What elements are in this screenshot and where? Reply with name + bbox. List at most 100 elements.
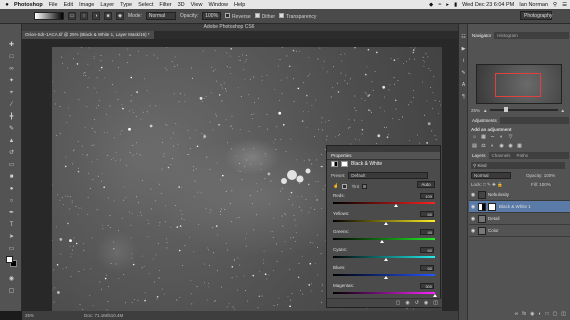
apple-icon[interactable]: ●	[0, 2, 14, 8]
navigator-thumbnail[interactable]	[476, 64, 562, 104]
gradient-diamond-icon[interactable]: ◆	[116, 12, 124, 20]
menu-type[interactable]: Type	[120, 2, 132, 8]
gradient-linear-icon[interactable]: ▭	[68, 12, 76, 20]
visibility-icon[interactable]: ◉	[470, 213, 476, 225]
visibility-icon[interactable]: ◉	[470, 189, 476, 201]
zoom-level[interactable]: 25%	[25, 311, 34, 320]
preset-select[interactable]: Default	[348, 172, 429, 179]
gradient-tool-icon[interactable]: ■	[7, 174, 16, 181]
new-layer-icon[interactable]: ▢	[553, 310, 558, 318]
slider-thumb[interactable]	[384, 276, 389, 279]
foreground-color[interactable]	[6, 256, 13, 263]
brightness-icon[interactable]: ☼	[471, 134, 478, 140]
dropbox-icon[interactable]: ◆	[429, 2, 433, 8]
curves-icon[interactable]: ∽	[489, 134, 496, 140]
actions-panel-icon[interactable]: ▶	[460, 46, 467, 52]
channel-mixer-icon[interactable]: ◉	[507, 143, 514, 149]
slider-value-field[interactable]: 109	[420, 193, 434, 199]
visibility-icon[interactable]: ◉	[470, 201, 476, 213]
quick-mask-icon[interactable]: ◉	[7, 276, 16, 283]
gradient-angle-icon[interactable]: ◑	[92, 12, 100, 20]
slider-value-field[interactable]: 40	[420, 229, 434, 235]
trash-icon[interactable]: ◫	[561, 310, 566, 318]
exposure-icon[interactable]: ◐	[498, 134, 505, 140]
navigator-zoom-slider[interactable]	[490, 107, 558, 112]
move-tool-icon[interactable]: ✚	[7, 42, 16, 49]
dither-option[interactable]: Dither	[254, 12, 275, 20]
user-name[interactable]: Ian Norman	[519, 2, 548, 8]
color-lookup-icon[interactable]: ▦	[516, 143, 523, 149]
layer-name[interactable]: Black & White 1	[499, 201, 531, 213]
character-panel-icon[interactable]: A	[460, 82, 467, 88]
paragraph-panel-icon[interactable]: ¶	[460, 94, 467, 100]
list-icon[interactable]: ☰	[562, 2, 567, 8]
workspace-switcher[interactable]: Photography	[520, 11, 552, 20]
shape-tool-icon[interactable]: ▭	[7, 246, 16, 253]
layer-row[interactable]: ◉ Black & White 1	[469, 201, 570, 213]
eyedropper-tool-icon[interactable]: ⁄	[7, 102, 16, 109]
menu-image[interactable]: Image	[79, 2, 94, 8]
layer-name[interactable]: Color	[488, 225, 499, 237]
path-select-icon[interactable]: ➤	[7, 234, 16, 241]
dodge-tool-icon[interactable]: ○	[7, 198, 16, 205]
tab-adjustments[interactable]: Adjustments	[469, 117, 500, 124]
reverse-checkbox[interactable]	[225, 12, 231, 18]
crop-tool-icon[interactable]: ⌖	[7, 90, 16, 97]
new-group-icon[interactable]: □	[546, 310, 549, 318]
info-panel-icon[interactable]: i	[460, 58, 467, 64]
layer-opacity[interactable]: Opacity: 100%	[526, 172, 555, 179]
volume-icon[interactable]: ▸	[446, 2, 449, 8]
menu-layer[interactable]: Layer	[100, 2, 114, 8]
zoom-in-icon[interactable]: ▲	[561, 108, 565, 113]
layer-fill[interactable]: Fill: 100%	[531, 181, 551, 188]
eraser-tool-icon[interactable]: ▭	[7, 162, 16, 169]
layer-row[interactable]: ◉ Color	[469, 225, 570, 237]
clip-to-layer-icon[interactable]: ▢	[396, 299, 401, 307]
menu-edit[interactable]: Edit	[64, 2, 73, 8]
navigator-view-box[interactable]	[495, 73, 541, 97]
menu-file[interactable]: File	[49, 2, 58, 8]
navigator-zoom-knob[interactable]	[503, 107, 508, 112]
color-balance-icon[interactable]: ⚖	[480, 143, 487, 149]
document-tab[interactable]: Orion-Sdr-1ACA.tif @ 25% (Black & White …	[22, 31, 154, 39]
blend-mode-select[interactable]: Normal	[471, 172, 511, 179]
slider-thumb[interactable]	[394, 204, 399, 207]
add-mask-icon[interactable]: ◉	[530, 310, 534, 318]
levels-icon[interactable]: ▦	[480, 134, 487, 140]
slider-thumb[interactable]	[384, 222, 389, 225]
gradient-radial-icon[interactable]: ○	[80, 12, 88, 20]
tab-channels[interactable]: Channels	[489, 152, 514, 159]
brush-panel-icon[interactable]: ✎	[460, 70, 467, 76]
slider-track[interactable]	[333, 238, 435, 240]
target-adjust-icon[interactable]: ☝	[333, 183, 339, 189]
history-panel-icon[interactable]: ☷	[460, 34, 467, 40]
transparency-option[interactable]: Transparency	[279, 12, 316, 20]
layer-mask-thumbnail[interactable]	[488, 203, 496, 211]
layers-filter-kind[interactable]: Kind	[478, 163, 487, 168]
properties-tab[interactable]: Properties	[327, 152, 440, 160]
layer-name[interactable]: Nebulosity	[488, 189, 509, 201]
pen-tool-icon[interactable]: ✒	[7, 210, 16, 217]
delete-adjustment-icon[interactable]: ◫	[433, 299, 438, 307]
lock-icons[interactable]: □ ✎ ✚ 🔒	[483, 182, 503, 187]
photo-filter-icon[interactable]: ◉	[498, 143, 505, 149]
toggle-visibility-icon[interactable]: ◉	[424, 299, 428, 307]
black-white-icon[interactable]: ◐	[489, 143, 496, 149]
new-adjustment-icon[interactable]: ◐	[538, 310, 541, 318]
battery-icon[interactable]: ▮	[454, 2, 457, 8]
menu-3d[interactable]: 3D	[178, 2, 185, 8]
menu-window[interactable]: Window	[208, 2, 228, 8]
slider-thumb[interactable]	[433, 294, 437, 297]
history-brush-icon[interactable]: ↺	[7, 150, 16, 157]
auto-button[interactable]: Auto	[417, 181, 435, 188]
navigator-zoom-value[interactable]: 25%	[471, 108, 480, 113]
color-swatches[interactable]	[6, 256, 18, 268]
clone-stamp-icon[interactable]: ▲	[7, 138, 16, 145]
app-menu[interactable]: Photoshop	[14, 2, 43, 8]
slider-track[interactable]	[333, 292, 435, 294]
tab-histogram[interactable]: Histogram	[494, 32, 521, 39]
reverse-option[interactable]: Reverse	[225, 12, 251, 20]
tint-swatch[interactable]	[361, 183, 367, 189]
mask-icon[interactable]	[341, 161, 348, 167]
fx-icon[interactable]: fx	[522, 310, 526, 318]
